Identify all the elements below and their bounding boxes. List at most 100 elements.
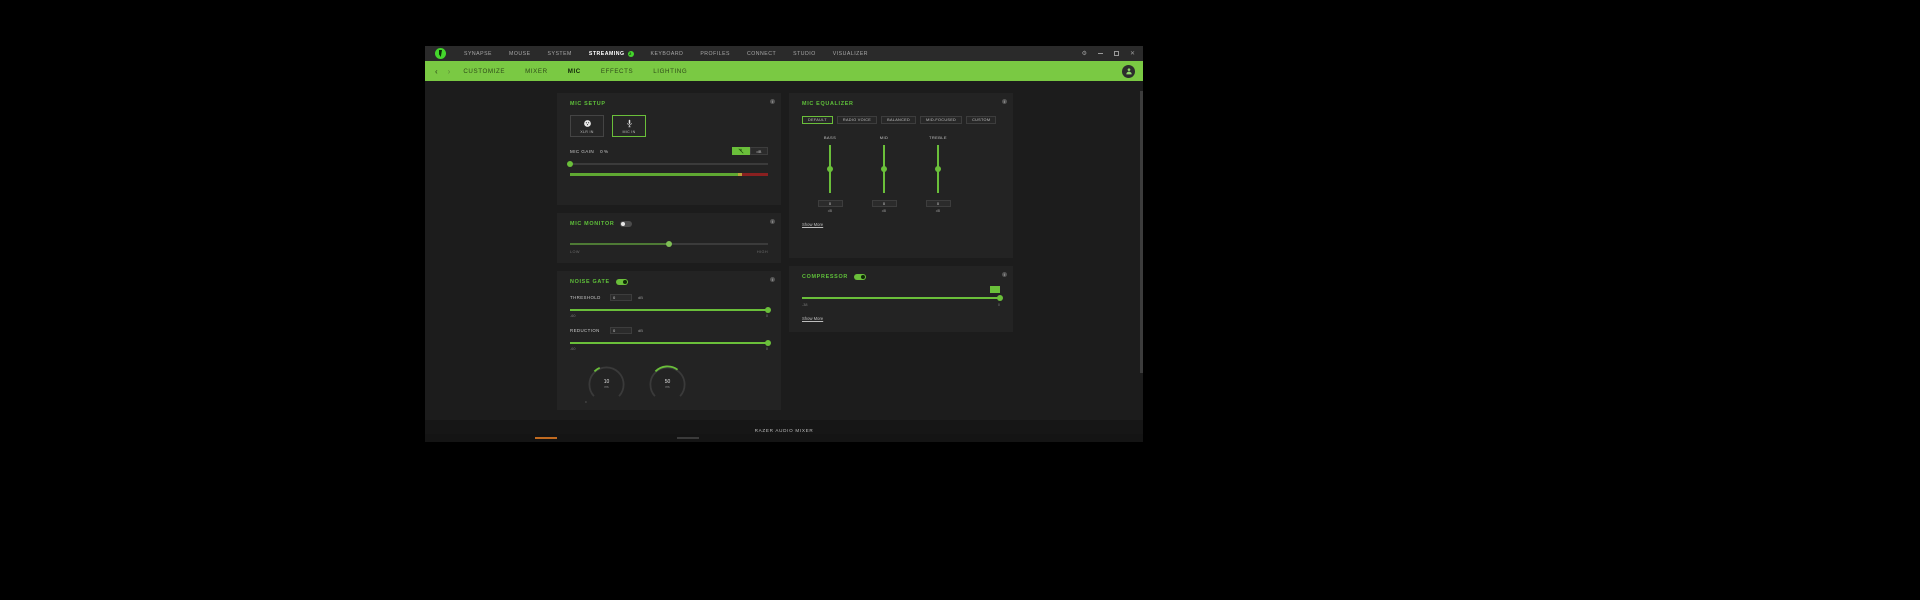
eq-preset-default[interactable]: DEFAULT [802, 116, 833, 124]
eq-band-input[interactable] [872, 200, 897, 207]
slider-knob[interactable] [765, 340, 771, 346]
maximize-icon[interactable] [1114, 51, 1119, 56]
eq-band-unit: dB [828, 209, 832, 213]
mic-monitor-slider[interactable] [570, 239, 768, 248]
tab-mixer[interactable]: MIXER [525, 68, 548, 75]
info-icon[interactable]: i [770, 99, 775, 104]
footer-title: RAZER AUDIO MIXER [755, 428, 814, 433]
mic-setup-title: MIC SETUP [570, 101, 768, 107]
source-button-mic-in[interactable]: MIC IN [612, 115, 646, 137]
slider-knob[interactable] [881, 166, 887, 172]
info-icon[interactable]: i [770, 277, 775, 282]
mic-monitor-toggle[interactable] [620, 221, 632, 227]
nav-item-visualizer[interactable]: VISUALIZER [833, 51, 868, 57]
eq-preset-balanced[interactable]: BALANCED [881, 116, 916, 124]
attack-dial-readout: 10 ms [584, 361, 629, 406]
release-dial-unit: ms [665, 385, 669, 389]
mic-gain-slider[interactable] [570, 159, 768, 168]
eq-preset-radio-voice[interactable]: RADIO VOICE [837, 116, 877, 124]
gear-icon[interactable]: ⚙ [1082, 51, 1087, 57]
forward-arrow-icon[interactable]: › [443, 67, 456, 76]
nav-item-studio[interactable]: STUDIO [793, 51, 816, 57]
compressor-threshold-slider[interactable] [802, 293, 1000, 302]
tabbar: ‹ › CUSTOMIZE MIXER MIC EFFECTS LIGHTING [425, 61, 1143, 81]
mic-monitor-title: MIC MONITOR [570, 221, 614, 227]
threshold-slider[interactable] [570, 305, 768, 314]
nav-item-streaming[interactable]: STREAMING 2 [589, 51, 634, 57]
slider-fill [570, 243, 669, 245]
reduction-input[interactable] [610, 327, 632, 334]
mic-equalizer-panel: i MIC EQUALIZER DEFAULT RADIO VOICE BALA… [789, 93, 1013, 258]
eq-band-treble: TREBLE dB [924, 135, 952, 213]
reduction-slider[interactable] [570, 338, 768, 347]
eq-preset-custom[interactable]: CUSTOM [966, 116, 996, 124]
attack-dial-unit: ms [604, 385, 608, 389]
slider-knob[interactable] [827, 166, 833, 172]
threshold-input[interactable] [610, 294, 632, 301]
nav-item-profiles[interactable]: PROFILES [700, 51, 730, 57]
compressor-value-badge[interactable] [990, 286, 1000, 293]
tab-effects[interactable]: EFFECTS [601, 68, 633, 75]
eq-bands: BASS dB MID [802, 135, 1000, 213]
scale-min: -60 [570, 347, 576, 351]
user-avatar-icon[interactable] [1122, 65, 1135, 78]
back-arrow-icon[interactable]: ‹ [430, 67, 443, 76]
noise-gate-title: NOISE GATE [570, 279, 610, 285]
scale-min: -60 [570, 314, 576, 318]
attack-dial[interactable]: 10 ms 0 [584, 361, 629, 406]
eq-band-slider[interactable] [879, 145, 889, 193]
nav-label: SYNAPSE [464, 51, 492, 57]
eq-band-input[interactable] [926, 200, 951, 207]
attack-dial-min: 0 [585, 400, 587, 404]
tab-customize[interactable]: CUSTOMIZE [463, 68, 505, 75]
taskbar [425, 434, 1143, 442]
release-dial[interactable]: 50 ms [645, 361, 690, 406]
info-icon[interactable]: i [1002, 272, 1007, 277]
slider-knob[interactable] [666, 241, 672, 247]
eq-band-unit: dB [936, 209, 940, 213]
nav-item-mouse[interactable]: MOUSE [509, 51, 531, 57]
eq-show-more-link[interactable]: Show More [802, 222, 823, 227]
nav-item-keyboard[interactable]: KEYBOARD [651, 51, 684, 57]
mute-db-group: dB [732, 147, 768, 155]
scrollbar-thumb[interactable] [1140, 91, 1143, 373]
tab-lighting[interactable]: LIGHTING [653, 68, 687, 75]
meter-red [742, 173, 768, 176]
info-icon[interactable]: i [770, 219, 775, 224]
info-icon[interactable]: i [1002, 99, 1007, 104]
slider-fill [802, 297, 1000, 299]
slider-knob[interactable] [567, 161, 573, 167]
mic-gain-value: 0 % [600, 149, 608, 154]
mic-db-button[interactable]: dB [750, 147, 768, 155]
compressor-toggle[interactable] [854, 274, 866, 280]
slider-knob[interactable] [935, 166, 941, 172]
noise-gate-toggle[interactable] [616, 279, 628, 285]
nav-item-system[interactable]: SYSTEM [548, 51, 572, 57]
nav-label: PROFILES [700, 51, 730, 57]
slider-knob[interactable] [997, 295, 1003, 301]
content-scrollbar[interactable] [1140, 81, 1143, 420]
taskbar-item[interactable] [677, 437, 699, 439]
reduction-scale: -60 0 [570, 347, 768, 351]
desktop-background: SYNAPSE MOUSE SYSTEM STREAMING 2 KEYBOAR… [0, 0, 1920, 600]
eq-band-slider[interactable] [933, 145, 943, 193]
eq-band-slider[interactable] [825, 145, 835, 193]
eq-preset-mid-focused[interactable]: MID-FOCUSED [920, 116, 962, 124]
slider-knob[interactable] [765, 307, 771, 313]
tab-mic[interactable]: MIC [568, 68, 581, 75]
release-dial-readout: 50 ms [645, 361, 690, 406]
eq-band-input[interactable] [818, 200, 843, 207]
nav-label: STUDIO [793, 51, 816, 57]
compressor-title: COMPRESSOR [802, 274, 848, 280]
compressor-show-more-link[interactable]: Show More [802, 316, 823, 321]
mic-mute-button[interactable] [732, 147, 750, 155]
mic-monitor-header: MIC MONITOR [570, 221, 768, 227]
close-icon[interactable]: ✕ [1130, 51, 1135, 57]
source-button-xlr-in[interactable]: XLR IN [570, 115, 604, 137]
razer-logo-icon[interactable] [435, 48, 446, 59]
xlr-jack-icon [583, 119, 592, 128]
nav-item-connect[interactable]: CONNECT [747, 51, 776, 57]
minimize-icon[interactable] [1098, 53, 1103, 54]
nav-item-synapse[interactable]: SYNAPSE [464, 51, 492, 57]
taskbar-item-active[interactable] [535, 437, 557, 439]
